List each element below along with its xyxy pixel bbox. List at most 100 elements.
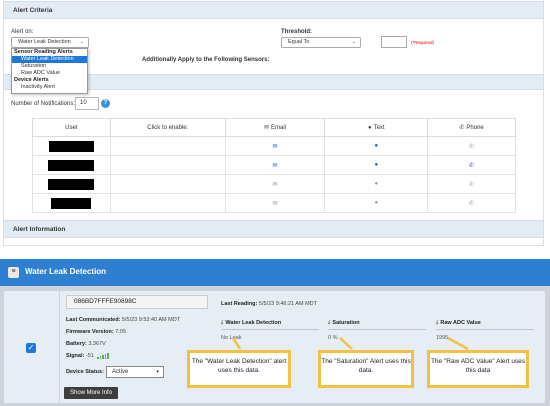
sensor-panel-title: Water Leak Detection [25, 267, 107, 276]
last-reading-value: 5/5/23 9:46:21 AM MDT [258, 301, 317, 307]
divider [59, 291, 60, 403]
col-head-water-leak: 💧︎ Water Leak Detection [221, 320, 281, 327]
sensor-select-checkbox[interactable]: ✓ [26, 343, 36, 353]
threshold-label: Threshold: [281, 29, 312, 35]
col-header-email: ✉ Email [224, 118, 326, 137]
dropdown-option-water-leak[interactable]: Water Leak Detection [12, 56, 87, 63]
alert-on-dropdown[interactable]: Sensor Reading Alerts Water Leak Detecti… [11, 48, 88, 94]
help-icon[interactable]: ? [101, 99, 110, 108]
battery-value: 3.367V [88, 341, 106, 347]
divider [328, 329, 426, 330]
col-header-click-enable: Click to enable: [109, 118, 226, 137]
col-header-user: User [32, 118, 111, 137]
redacted-user-name [48, 140, 94, 152]
envelope-icon: ✉ [272, 162, 278, 169]
email-toggle[interactable]: ✉ [224, 155, 326, 175]
divider [221, 329, 319, 330]
callout-raw-adc: The "Raw ADC Value" Alert uses this data [427, 350, 529, 388]
user-notification-table: User Click to enable: ✉ Email ● Text ✆ Phon… [32, 118, 516, 213]
text-toggle[interactable]: ● [324, 174, 429, 194]
last-reading: Last Reading: 5/5/23 9:46:21 AM MDT [221, 301, 317, 307]
redacted-user-name [48, 178, 95, 190]
table-row: ✉ ● ✆ [32, 155, 516, 175]
col-header-text: ● Text [324, 118, 429, 137]
last-comm-value: 5/5/23 9:53:40 AM MDT [121, 317, 181, 323]
chevron-down-icon: ▾ [156, 369, 159, 375]
panel-bottom-edge [3, 238, 544, 246]
chat-bubble-icon: ● [374, 181, 379, 187]
text-header-label: Text [373, 124, 385, 131]
chat-bubble-icon: ● [367, 124, 372, 131]
threshold-select[interactable]: Equal To ⌄ [281, 37, 361, 48]
table-row: ✉ ● ✆ [32, 193, 516, 213]
phone-icon: ✆ [459, 125, 465, 131]
email-header-label: Email [271, 125, 287, 131]
firmware-version: Firmware Version: 7.05 [66, 329, 126, 335]
water-drop-icon: 💧︎ [221, 320, 224, 326]
sensor-panel: ≡ Water Leak Detection ✓ 086BD7FFFE90898… [0, 259, 550, 406]
dropdown-group-sensor-reading: Sensor Reading Alerts [14, 49, 73, 55]
collapse-toggle-icon[interactable]: ≡ [8, 267, 19, 278]
phone-toggle[interactable]: ✆ [427, 136, 516, 156]
email-toggle[interactable]: ✉ [224, 136, 326, 156]
sensor-serial: 086BD7FFFE90898C [66, 295, 208, 309]
notifications-input[interactable]: 10 [75, 97, 99, 110]
divider [436, 329, 534, 330]
redacted-user-name [51, 197, 92, 209]
envelope-icon: ✉ [272, 143, 278, 150]
water-drop-icon: 💧︎ [328, 320, 331, 326]
alert-on-label: Alert on: [11, 29, 34, 35]
col-head-saturation: 💧︎ Saturation [328, 320, 360, 327]
user-cell [32, 174, 111, 194]
envelope-icon: ✉ [263, 125, 270, 131]
alert-information-title: Alert Information [13, 226, 66, 233]
phone-toggle[interactable]: ✆ [427, 193, 516, 213]
signal: Signal: -51 [66, 353, 110, 359]
notifications-label: Number of Notifications: [11, 101, 76, 107]
alert-on-select[interactable]: Water Leak Detection ⌄ [11, 37, 89, 48]
sensor-panel-header: ≡ Water Leak Detection [0, 259, 550, 286]
last-reading-label: Last Reading: [221, 301, 258, 307]
dropdown-option-inactivity[interactable]: Inactivity Alert [12, 84, 87, 91]
table-row: ✉ ● ✆ [32, 136, 516, 156]
envelope-icon: ✉ [272, 181, 278, 188]
text-toggle[interactable]: ● [324, 193, 429, 213]
email-toggle[interactable]: ✉ [224, 193, 326, 213]
device-status-select[interactable]: Active ▾ [106, 366, 164, 378]
text-toggle[interactable]: ● [324, 136, 429, 156]
battery: Battery: 3.367V [66, 341, 106, 347]
phone-icon: ✆ [469, 143, 475, 150]
chat-bubble-icon: ● [374, 200, 379, 206]
alert-criteria-header: Alert Criteria [3, 1, 544, 19]
dropdown-group-device: Device Alerts [14, 77, 49, 83]
user-cell [32, 193, 111, 213]
phone-icon: ✆ [469, 200, 475, 207]
phone-toggle[interactable]: ✆ [427, 174, 516, 194]
col-head-raw-adc-label: Raw ADC Value [440, 320, 481, 326]
water-drop-icon: 💧︎ [436, 320, 439, 326]
threshold-value-input[interactable] [381, 36, 407, 48]
table-row: ✉ ● ✆ [32, 174, 516, 194]
signal-strength-icon [97, 353, 110, 359]
click-enable-cell [109, 136, 226, 156]
battery-label: Battery: [66, 341, 87, 347]
device-status-label-text: Device Status: [66, 369, 104, 375]
col-head-raw-adc: 💧︎ Raw ADC Value [436, 320, 481, 327]
callout-saturation: The "Saturation" Alert uses this data. [318, 350, 414, 388]
water-leak-value: No Leak [221, 335, 242, 341]
phone-toggle[interactable]: ✆ [427, 155, 516, 175]
dropdown-option-saturation[interactable]: Saturation [12, 63, 87, 70]
show-more-info-button[interactable]: Show More Info [64, 387, 118, 399]
user-cell [32, 155, 111, 175]
text-toggle[interactable]: ● [324, 155, 429, 175]
last-comm-label: Last Communicated: [66, 317, 121, 323]
callout-water-leak: The "Water Leak Detection" alert uses th… [187, 350, 291, 388]
chat-bubble-icon: ● [374, 143, 379, 149]
chevron-down-icon: ⌄ [79, 39, 84, 45]
phone-icon: ✆ [469, 162, 475, 169]
dropdown-option-raw-adc[interactable]: Raw ADC Value [12, 70, 87, 77]
phone-icon: ✆ [469, 181, 475, 188]
email-toggle[interactable]: ✉ [224, 174, 326, 194]
click-enable-cell [109, 155, 226, 175]
required-note: (*Required) [411, 40, 435, 45]
